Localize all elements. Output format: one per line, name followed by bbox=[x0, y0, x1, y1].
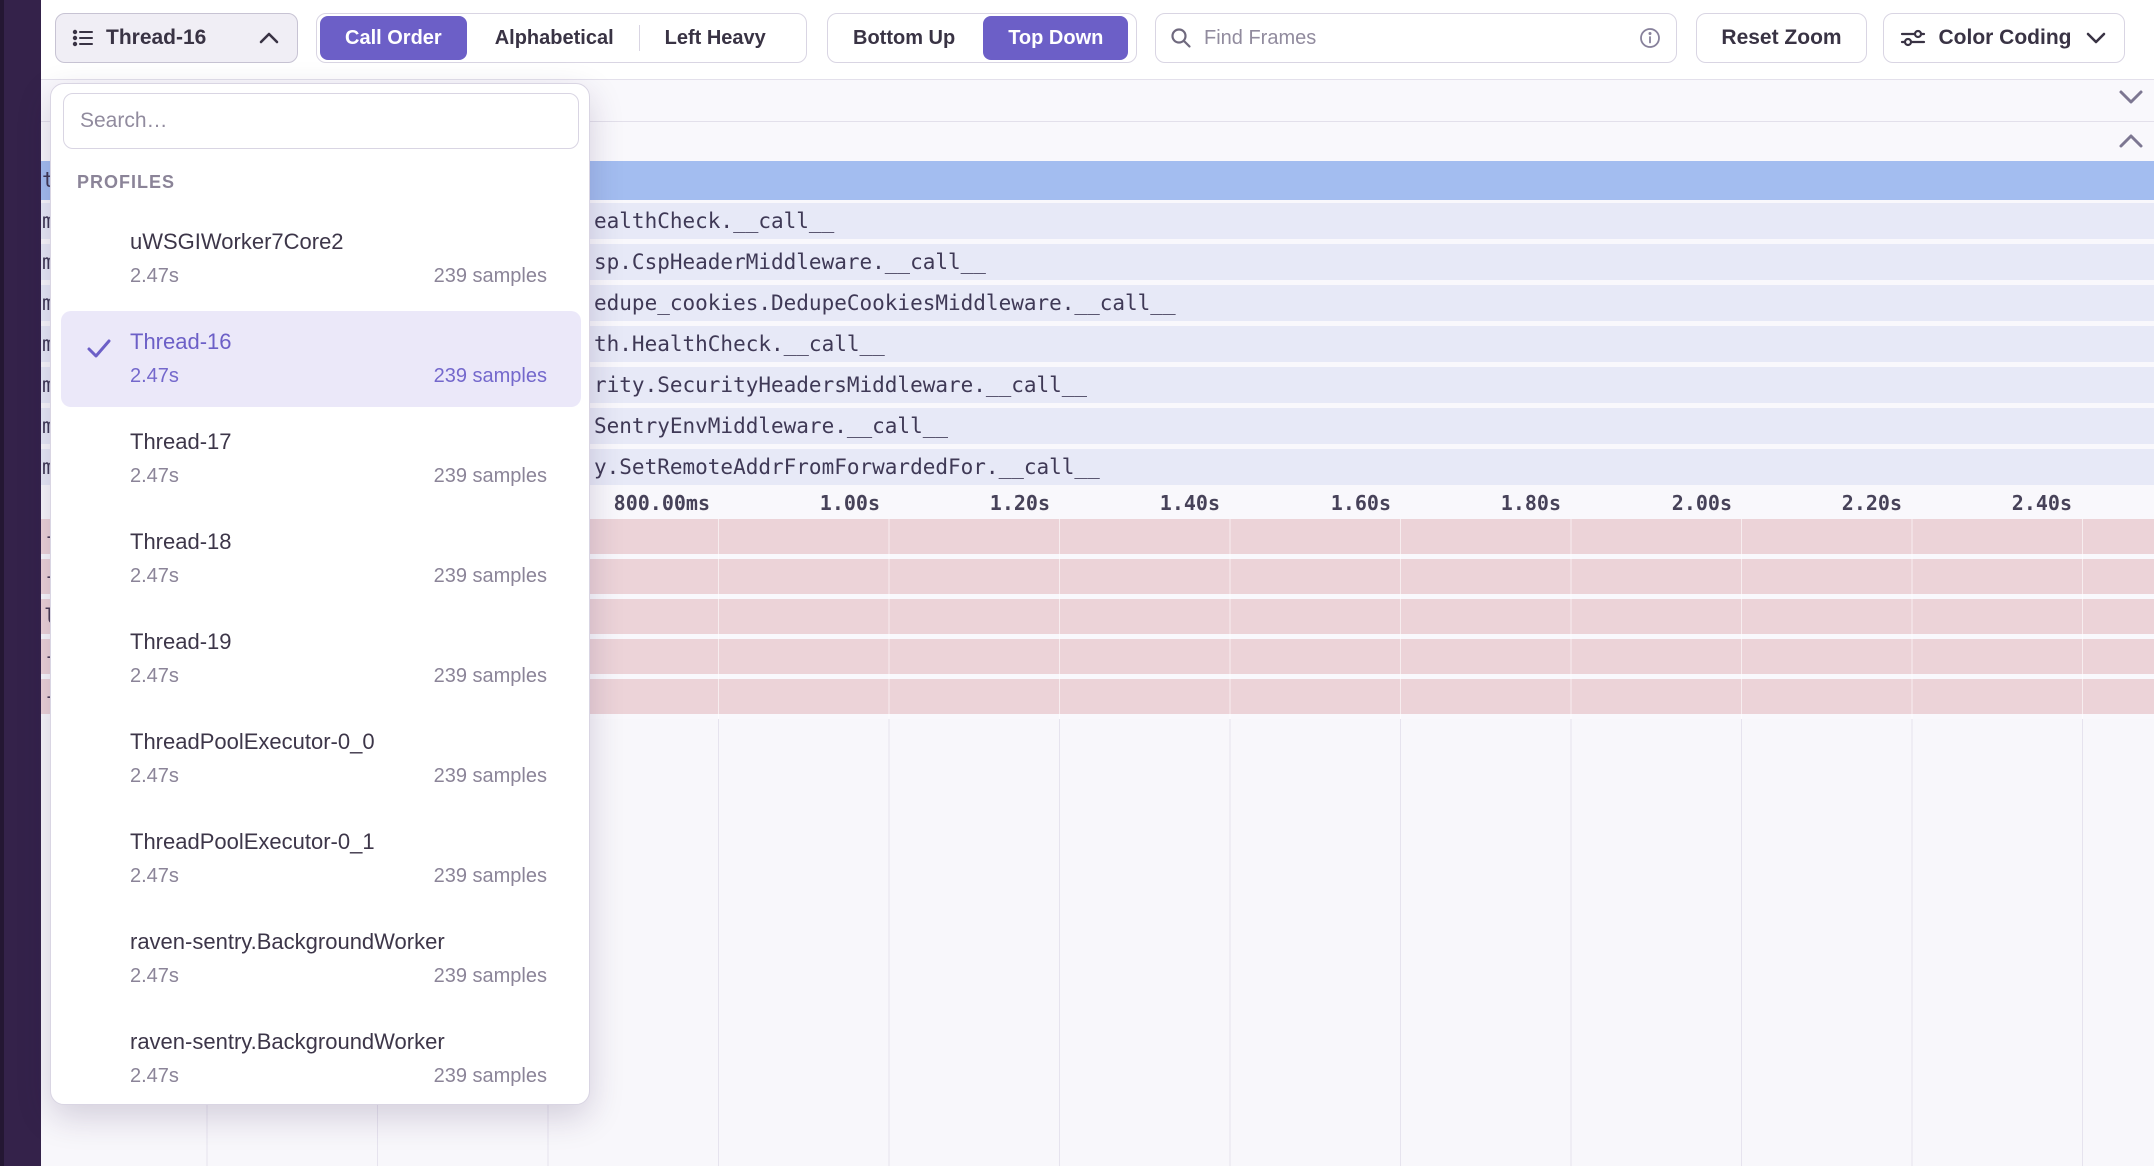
profile-duration: 2.47s bbox=[130, 765, 179, 788]
time-tick: 2.20s bbox=[1782, 491, 1902, 515]
info-icon[interactable] bbox=[1638, 26, 1662, 50]
profile-duration: 2.47s bbox=[130, 665, 179, 688]
time-tick: 1.20s bbox=[930, 491, 1050, 515]
direction-tabs: Bottom Up Top Down bbox=[827, 13, 1137, 63]
profile-duration: 2.47s bbox=[130, 965, 179, 988]
reset-zoom-label: Reset Zoom bbox=[1721, 26, 1841, 50]
profile-duration: 2.47s bbox=[130, 865, 179, 888]
flamegraph-collapse-chevron-up-icon[interactable] bbox=[2116, 132, 2146, 155]
profile-name: ThreadPoolExecutor-0_0 bbox=[130, 729, 547, 755]
profile-samples: 239 samples bbox=[434, 665, 547, 688]
frame-label: sp.CspHeaderMiddleware.__call__ bbox=[594, 244, 986, 280]
chevron-up-icon bbox=[257, 31, 281, 45]
time-tick: 1.40s bbox=[1100, 491, 1220, 515]
profile-item-selected[interactable]: Thread-16 2.47s 239 samples bbox=[61, 311, 581, 407]
checkmark-icon bbox=[84, 333, 114, 368]
thread-selector-dropdown: PROFILES uWSGIWorker7Core2 2.47s 239 samp… bbox=[50, 83, 590, 1105]
profiles-section-label: PROFILES bbox=[77, 172, 175, 193]
app-sidebar-strip bbox=[0, 0, 41, 1166]
profile-item[interactable]: raven-sentry.BackgroundWorker 2.47s 239 s… bbox=[61, 911, 581, 1007]
profile-item[interactable]: raven-sentry.BackgroundWorker 2.47s 239 s… bbox=[61, 1011, 581, 1107]
sort-order-tabs: Call Order Alphabetical Left Heavy bbox=[316, 13, 807, 63]
frame-label: y.SetRemoteAddrFromForwardedFor.__call__ bbox=[594, 449, 1100, 485]
profile-samples: 239 samples bbox=[434, 565, 547, 588]
profile-name: Thread-17 bbox=[130, 429, 547, 455]
profile-samples: 239 samples bbox=[434, 1065, 547, 1088]
profile-name: Thread-19 bbox=[130, 629, 547, 655]
thread-list-icon bbox=[72, 28, 94, 48]
chevron-down-icon bbox=[2084, 31, 2108, 45]
sliders-icon bbox=[1900, 27, 1926, 49]
time-tick: 2.40s bbox=[1952, 491, 2072, 515]
frame-label: th.HealthCheck.__call__ bbox=[594, 326, 885, 362]
profile-name: uWSGIWorker7Core2 bbox=[130, 229, 547, 255]
profiles-search-input[interactable] bbox=[63, 93, 579, 149]
thread-selector-label: Thread-16 bbox=[106, 26, 245, 50]
find-frames-input[interactable] bbox=[1202, 26, 1628, 51]
search-icon bbox=[1170, 27, 1192, 49]
find-frames-box bbox=[1155, 13, 1677, 63]
reset-zoom-button[interactable]: Reset Zoom bbox=[1696, 13, 1867, 63]
frame-label: edupe_cookies.DedupeCookiesMiddleware.__… bbox=[594, 285, 1176, 321]
frame-label: SentryEnvMiddleware.__call__ bbox=[594, 408, 948, 444]
profile-samples: 239 samples bbox=[434, 365, 547, 388]
profile-item[interactable]: Thread-19 2.47s 239 samples bbox=[61, 611, 581, 707]
profile-item[interactable]: Thread-17 2.47s 239 samples bbox=[61, 411, 581, 507]
profile-duration: 2.47s bbox=[130, 1065, 179, 1088]
tab-call-order[interactable]: Call Order bbox=[320, 16, 467, 60]
color-coding-label: Color Coding bbox=[1936, 26, 2074, 50]
thread-selector-button[interactable]: Thread-16 bbox=[55, 13, 298, 63]
profile-name: ThreadPoolExecutor-0_1 bbox=[130, 829, 547, 855]
profile-name: Thread-18 bbox=[130, 529, 547, 555]
time-tick: 1.60s bbox=[1271, 491, 1391, 515]
time-tick: 2.00s bbox=[1612, 491, 1732, 515]
profile-name: raven-sentry.BackgroundWorker bbox=[130, 1029, 547, 1055]
minimap-panel-divider bbox=[41, 79, 2154, 80]
profile-duration: 2.47s bbox=[130, 365, 179, 388]
tab-alphabetical[interactable]: Alphabetical bbox=[470, 16, 639, 60]
profile-name: raven-sentry.BackgroundWorker bbox=[130, 929, 547, 955]
tab-left-heavy[interactable]: Left Heavy bbox=[640, 16, 791, 60]
profile-item[interactable]: uWSGIWorker7Core2 2.47s 239 samples bbox=[61, 211, 581, 307]
tab-top-down[interactable]: Top Down bbox=[983, 16, 1128, 60]
profile-name: Thread-16 bbox=[130, 329, 547, 355]
profile-samples: 239 samples bbox=[434, 465, 547, 488]
profile-duration: 2.47s bbox=[130, 265, 179, 288]
tab-bottom-up[interactable]: Bottom Up bbox=[828, 16, 980, 60]
minimap-collapse-chevron-down-icon[interactable] bbox=[2116, 88, 2146, 111]
profile-samples: 239 samples bbox=[434, 765, 547, 788]
profile-samples: 239 samples bbox=[434, 965, 547, 988]
profile-duration: 2.47s bbox=[130, 565, 179, 588]
profile-item[interactable]: ThreadPoolExecutor-0_1 2.47s 239 samples bbox=[61, 811, 581, 907]
profile-duration: 2.47s bbox=[130, 465, 179, 488]
profiler-screen: Thread-16 Call Order Alphabetical Left H… bbox=[0, 0, 2154, 1166]
frame-label: rity.SecurityHeadersMiddleware.__call__ bbox=[594, 367, 1087, 403]
color-coding-button[interactable]: Color Coding bbox=[1883, 13, 2125, 63]
time-tick: 1.80s bbox=[1441, 491, 1561, 515]
profile-samples: 239 samples bbox=[434, 265, 547, 288]
profile-item[interactable]: Thread-18 2.47s 239 samples bbox=[61, 511, 581, 607]
time-tick: 800.00ms bbox=[590, 491, 710, 515]
profile-samples: 239 samples bbox=[434, 865, 547, 888]
time-tick: 1.00s bbox=[760, 491, 880, 515]
frame-label: ealthCheck.__call__ bbox=[594, 203, 834, 239]
profile-item[interactable]: ThreadPoolExecutor-0_0 2.47s 239 samples bbox=[61, 711, 581, 807]
